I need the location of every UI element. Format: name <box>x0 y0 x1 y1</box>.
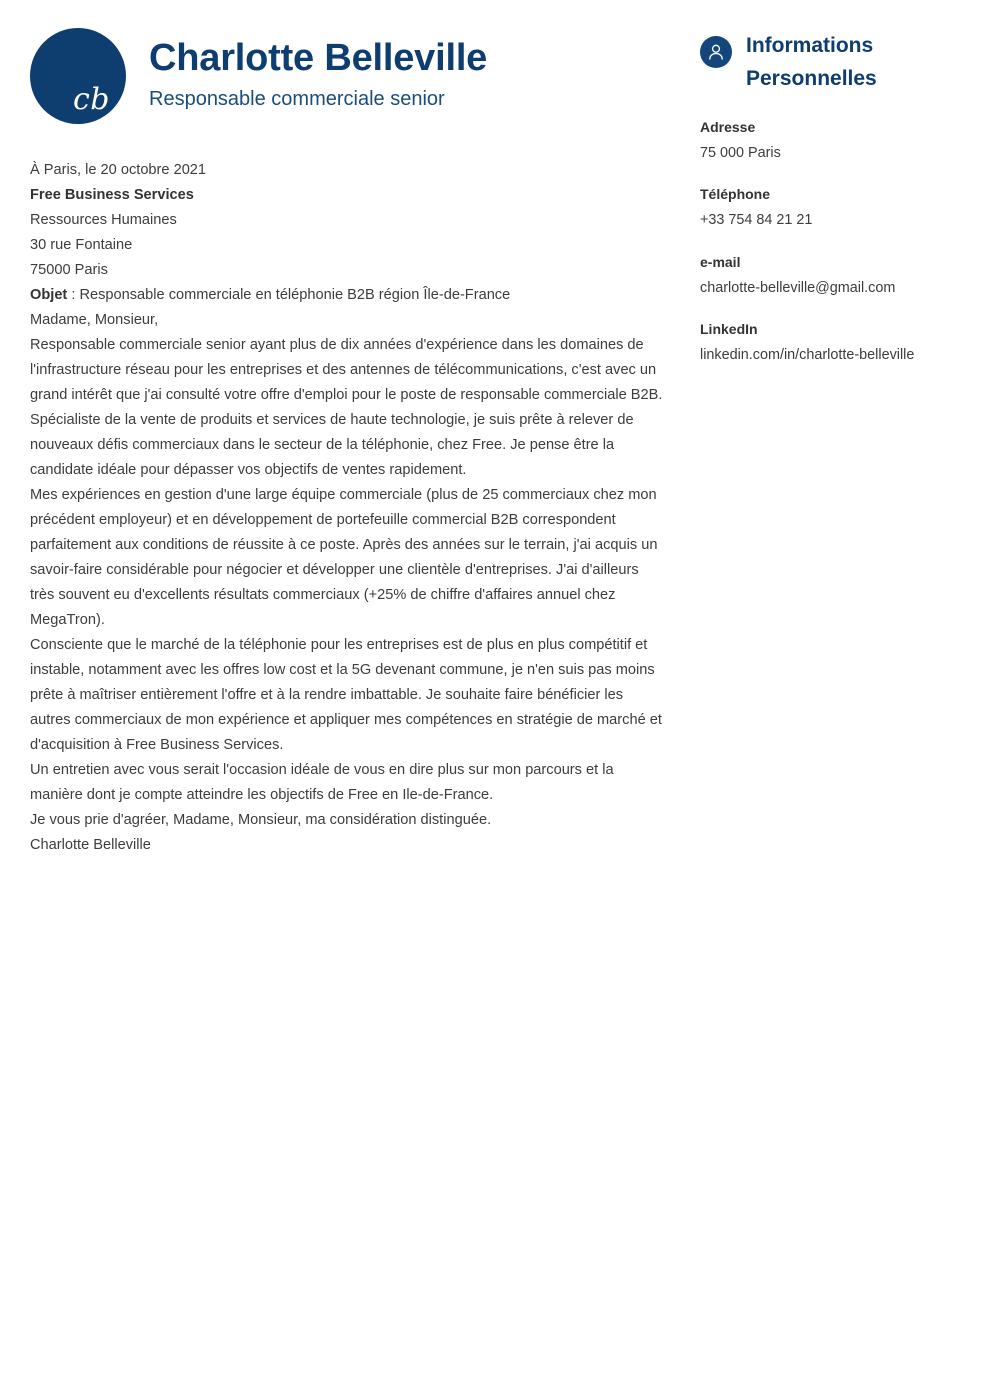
monogram-initials-icon: cb <box>72 82 110 117</box>
contact-list: Adresse 75 000 Paris Téléphone +33 754 8… <box>700 117 962 366</box>
subject-label: Objet <box>30 287 68 303</box>
letter-header: cb Charlotte Belleville Responsable comm… <box>30 28 487 124</box>
recipient-street: 30 rue Fontaine <box>30 237 133 253</box>
contact-value-email[interactable]: charlotte-belleville@gmail.com <box>700 277 962 299</box>
personal-information-sidebar: Informations Personnelles Adresse 75 000… <box>700 30 962 366</box>
recipient-address: Free Business Services Ressources Humain… <box>30 183 665 283</box>
recipient-city: 75000 Paris <box>30 262 108 278</box>
sidebar-title: Informations Personnelles <box>746 30 877 95</box>
closing-formula: Je vous prie d'agréer, Madame, Monsieur,… <box>30 812 492 828</box>
contact-label: Adresse <box>700 119 756 136</box>
contact-value-linkedin[interactable]: linkedin.com/in/charlotte-belleville <box>700 344 962 366</box>
contact-item-telephone: Téléphone +33 754 84 21 21 <box>700 184 962 231</box>
contact-value-phone: +33 754 84 21 21 <box>700 212 813 229</box>
sidebar-title-line-1: Informations <box>746 34 874 57</box>
letter-body: À Paris, le 20 octobre 2021 Free Busines… <box>30 158 665 858</box>
body-paragraph-2: Mes expériences en gestion d'une large é… <box>30 487 658 628</box>
contact-item-email: e-mail charlotte-belleville@gmail.com <box>700 252 962 299</box>
salutation: Madame, Monsieur, <box>30 312 159 328</box>
sidebar-title-line-2: Personnelles <box>746 66 877 90</box>
sidebar-header: Informations Personnelles <box>700 30 962 95</box>
subject-text: : Responsable commerciale en téléphonie … <box>67 287 511 303</box>
contact-item-linkedin: LinkedIn linkedin.com/in/charlotte-belle… <box>700 319 962 366</box>
contact-value-address: 75 000 Paris <box>700 145 781 162</box>
body-paragraph-4: Un entretien avec vous serait l'occasion… <box>30 762 614 803</box>
job-title: Responsable commerciale senior <box>149 87 445 110</box>
body-paragraph-1: Responsable commerciale senior ayant plu… <box>30 337 663 478</box>
identity-block: Charlotte Belleville Responsable commerc… <box>149 37 487 115</box>
contact-label: LinkedIn <box>700 321 758 338</box>
recipient-department: Ressources Humaines <box>30 212 177 228</box>
recipient-organization: Free Business Services <box>30 187 194 203</box>
signature: Charlotte Belleville <box>30 837 151 853</box>
contact-label: Téléphone <box>700 186 771 203</box>
subject-line: Objet : Responsable commerciale en télép… <box>30 283 665 308</box>
contact-item-adresse: Adresse 75 000 Paris <box>700 117 962 164</box>
monogram-avatar: cb <box>30 28 126 124</box>
contact-label: e-mail <box>700 253 741 270</box>
body-paragraph-3: Consciente que le marché de la téléphoni… <box>30 637 662 753</box>
date-line: À Paris, le 20 octobre 2021 <box>30 162 207 178</box>
document-page: cb Charlotte Belleville Responsable comm… <box>0 0 990 1400</box>
person-icon <box>700 36 732 68</box>
page-title: Charlotte Belleville <box>149 37 488 80</box>
